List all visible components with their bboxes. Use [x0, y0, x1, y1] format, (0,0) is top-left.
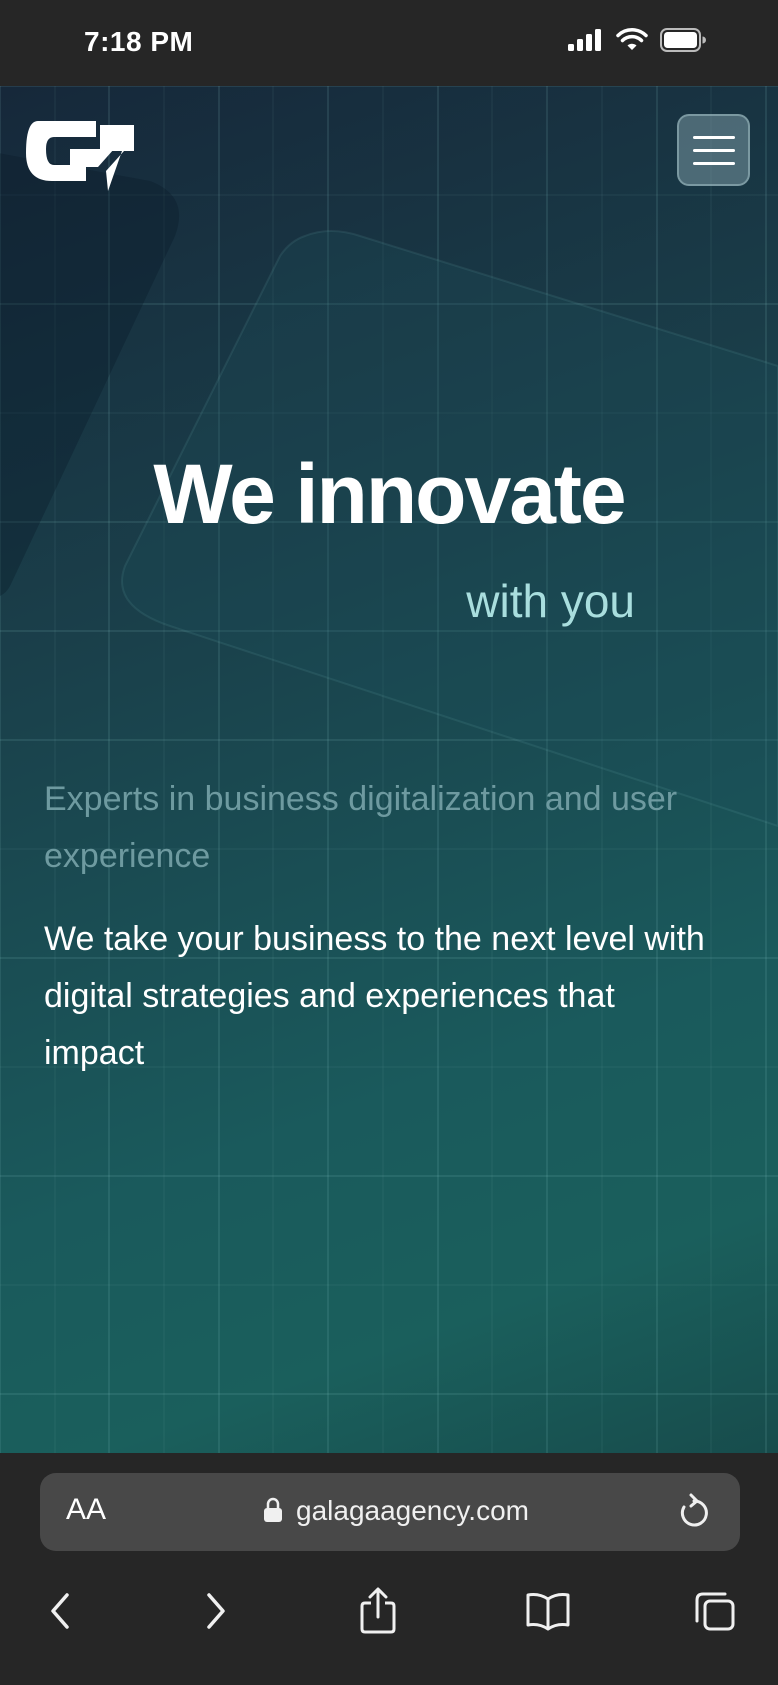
hero-headline: We innovate	[153, 447, 626, 541]
hero-description: We take your business to the next level …	[44, 920, 705, 1072]
status-time: 7:18 PM	[84, 26, 194, 57]
forward-icon	[207, 1593, 225, 1629]
text-size-button[interactable]: AA	[66, 1493, 106, 1527]
tabs-icon	[695, 1592, 735, 1631]
hero-subheadline: with you	[466, 575, 635, 627]
battery-icon	[660, 28, 706, 52]
menu-button[interactable]	[677, 114, 750, 186]
galaga-logo[interactable]	[24, 113, 136, 191]
tabs-button[interactable]	[685, 1581, 745, 1641]
hero-tagline: Experts in business digitalization and u…	[44, 780, 678, 875]
bookmarks-icon	[526, 1593, 570, 1631]
hero-section: We innovate with you Experts in business…	[0, 86, 778, 1453]
browser-nav-row	[0, 1581, 778, 1651]
browser-toolbar: AA galagaagency.com	[0, 1453, 778, 1685]
reload-icon[interactable]	[676, 1491, 712, 1531]
address-bar[interactable]: AA galagaagency.com	[40, 1473, 740, 1551]
status-icons	[568, 28, 706, 52]
background-shapes	[0, 153, 778, 828]
forward-button[interactable]	[186, 1581, 246, 1641]
wifi-icon	[616, 28, 648, 50]
back-icon	[51, 1593, 69, 1629]
share-button[interactable]	[348, 1581, 408, 1641]
bookmarks-button[interactable]	[518, 1581, 578, 1641]
hamburger-menu-icon	[692, 135, 735, 139]
lock-icon	[264, 1497, 282, 1522]
url-text: galagaagency.com	[296, 1495, 529, 1526]
share-icon	[360, 1587, 396, 1634]
back-button[interactable]	[30, 1581, 90, 1641]
status-bar: 7:18 PM	[0, 0, 778, 86]
signal-icon	[568, 29, 601, 51]
